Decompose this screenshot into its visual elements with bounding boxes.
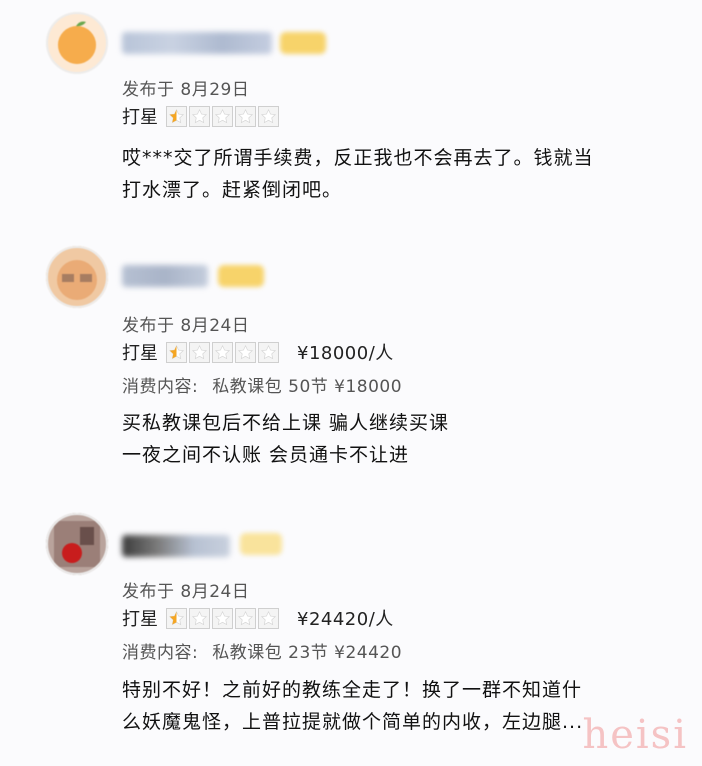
watermark-text: heisi xyxy=(582,712,688,758)
username-blurred[interactable] xyxy=(122,32,272,54)
avatar[interactable] xyxy=(46,513,108,575)
star-icon xyxy=(212,341,233,363)
star-icon xyxy=(166,105,187,127)
publish-date: 发布于 8月24日 xyxy=(122,582,250,602)
star-icon xyxy=(258,341,279,363)
review-text-line: 打水漂了。赶紧倒闭吧。 xyxy=(122,179,343,201)
review-text-line: 特别不好！之前好的教练全走了！换了一群不知道什 xyxy=(122,679,583,701)
member-badge xyxy=(240,533,282,555)
member-badge xyxy=(218,265,264,287)
consumption-label: 消费内容: xyxy=(122,377,199,397)
star-icon xyxy=(189,607,210,629)
star-icon xyxy=(235,607,256,629)
avatar[interactable] xyxy=(46,12,108,74)
avatar[interactable] xyxy=(46,246,108,308)
review-text-line: 买私教课包后不给上课 骗人继续买课 xyxy=(122,412,450,434)
rating-row: 打星 ¥24420/人 xyxy=(122,605,394,631)
publish-date: 发布于 8月24日 xyxy=(122,316,250,336)
rating-label: 打星 xyxy=(122,343,158,364)
rating-label: 打星 xyxy=(122,107,158,128)
username-blurred[interactable] xyxy=(122,535,230,557)
star-rating xyxy=(166,105,279,127)
star-icon xyxy=(258,105,279,127)
review-text-line: 一夜之间不认账 会员通卡不让进 xyxy=(122,444,410,466)
member-badge xyxy=(280,32,326,54)
star-icon xyxy=(258,607,279,629)
star-icon xyxy=(189,105,210,127)
consumption-item: 私教课包 23节 ¥24420 xyxy=(212,643,403,663)
consumption-label: 消费内容: xyxy=(122,643,199,663)
price-per-person: ¥24420/人 xyxy=(297,609,394,630)
consumption-item: 私教课包 50节 ¥18000 xyxy=(212,377,403,397)
price-per-person: ¥18000/人 xyxy=(297,343,394,364)
star-icon xyxy=(166,607,187,629)
consumption-info: 消费内容: 私教课包 50节 ¥18000 xyxy=(122,372,402,397)
rating-label: 打星 xyxy=(122,609,158,630)
publish-date: 发布于 8月29日 xyxy=(122,80,250,100)
star-icon xyxy=(235,341,256,363)
star-icon xyxy=(189,341,210,363)
review-text-line: 哎***交了所谓手续费，反正我也不会再去了。钱就当 xyxy=(122,147,594,169)
review-text-line: 么妖魔鬼怪，上普拉提就做个简单的内收，左边腿... xyxy=(122,711,584,733)
username-blurred[interactable] xyxy=(122,265,208,287)
rating-row: 打星 ¥18000/人 xyxy=(122,339,394,365)
rating-row: 打星 xyxy=(122,103,279,129)
star-icon xyxy=(235,105,256,127)
star-rating xyxy=(166,607,279,629)
consumption-info: 消费内容: 私教课包 23节 ¥24420 xyxy=(122,638,402,663)
star-icon xyxy=(166,341,187,363)
star-icon xyxy=(212,105,233,127)
star-rating xyxy=(166,341,279,363)
star-icon xyxy=(212,607,233,629)
